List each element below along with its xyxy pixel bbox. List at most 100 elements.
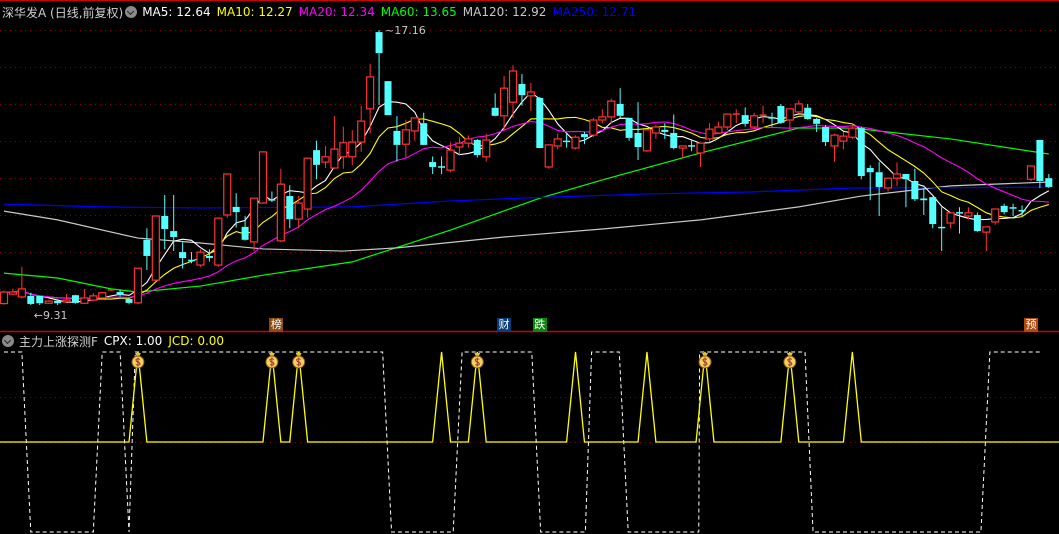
candle-body (357, 120, 366, 143)
candle-body (526, 91, 535, 97)
event-mark-forecast[interactable]: 预 (1023, 318, 1038, 332)
candle-body (741, 115, 749, 124)
candle (133, 267, 143, 305)
candle-body (804, 107, 812, 119)
candle (89, 293, 98, 301)
ma250-label: MA250: 12.71 (552, 5, 637, 19)
candle-body (883, 177, 893, 189)
candle-body (258, 151, 268, 204)
candle (294, 196, 303, 229)
candle (536, 96, 544, 149)
candle (848, 124, 857, 139)
candle (420, 112, 428, 145)
candle (1036, 139, 1044, 188)
candle-body (339, 142, 348, 158)
candle (384, 81, 392, 116)
candle-body (830, 134, 839, 147)
candle (80, 288, 89, 304)
money-bag-icon (470, 353, 484, 369)
money-bag-icon (292, 353, 306, 369)
candle-body (179, 252, 187, 259)
candle (642, 129, 652, 152)
ma120-line (3, 181, 1049, 252)
candle-body (62, 299, 71, 303)
candle (17, 266, 26, 299)
candle-body (750, 115, 759, 128)
candle (973, 212, 981, 232)
candle-body (482, 139, 491, 158)
candle-body (384, 81, 392, 116)
candle (438, 156, 446, 174)
candle-body (571, 136, 580, 149)
candle (36, 295, 44, 305)
candle (634, 102, 642, 160)
candle-body (785, 108, 794, 121)
event-mark-drop[interactable]: 跌 (532, 318, 547, 332)
candle (258, 151, 268, 204)
candle (71, 294, 79, 304)
candle-body (429, 162, 437, 167)
candle (794, 100, 803, 113)
chevron-down-icon[interactable] (125, 6, 138, 18)
candle-body (705, 128, 714, 140)
candle-body (0, 291, 9, 305)
candle-body (670, 132, 678, 149)
candle (911, 168, 919, 201)
candle-body (982, 226, 991, 233)
candle (929, 196, 937, 229)
candle (330, 116, 339, 169)
candle (839, 131, 848, 150)
candle-body (143, 239, 151, 256)
candle (464, 135, 473, 148)
candle-body (446, 149, 455, 171)
candle (375, 30, 383, 105)
candle-body (205, 255, 213, 259)
candle (44, 300, 53, 304)
ma5-label: MA5: 12.64 (142, 5, 211, 19)
candle (107, 289, 115, 292)
candle-body (777, 106, 785, 123)
candle-body (1000, 205, 1008, 213)
candle-body (508, 70, 518, 103)
candle (750, 112, 759, 129)
candle-body (401, 129, 410, 145)
candle-body (125, 299, 133, 303)
candle-body (598, 116, 607, 121)
candle-body (455, 142, 464, 148)
candle (223, 173, 232, 218)
candle (785, 108, 794, 131)
candle-body (214, 217, 223, 266)
indicator-title: 主力上涨探测F (19, 334, 98, 349)
ma20-line (4, 120, 1049, 300)
candle (616, 88, 624, 118)
candle (214, 217, 223, 267)
candle-body (714, 126, 723, 134)
event-mark-rank[interactable]: 榜 (269, 318, 284, 332)
candle (678, 145, 687, 159)
candle-body (553, 138, 562, 147)
candle-body (634, 132, 642, 148)
event-mark-finance[interactable]: 财 (497, 318, 512, 332)
candle-body (857, 128, 865, 177)
candle-body (286, 196, 294, 220)
candle (339, 126, 348, 169)
candle (813, 117, 821, 132)
candle-body (607, 100, 616, 118)
candle (482, 133, 491, 162)
candle-body (303, 157, 312, 210)
candle (544, 144, 553, 169)
ma10-label: MA10: 12.27 (216, 5, 293, 19)
candle (526, 82, 535, 111)
candle-body (866, 168, 874, 173)
candle-body (920, 198, 928, 201)
stock-chart[interactable]: ~17.16 ←9.31 (0, 0, 1059, 534)
candle (759, 105, 767, 124)
candle-body (80, 297, 89, 304)
candle-body (151, 215, 160, 281)
money-bag-icon (783, 353, 797, 369)
candle (688, 140, 696, 152)
candle (401, 119, 410, 158)
candle (161, 194, 169, 250)
chevron-down-icon[interactable] (2, 335, 14, 347)
candle (276, 168, 285, 243)
